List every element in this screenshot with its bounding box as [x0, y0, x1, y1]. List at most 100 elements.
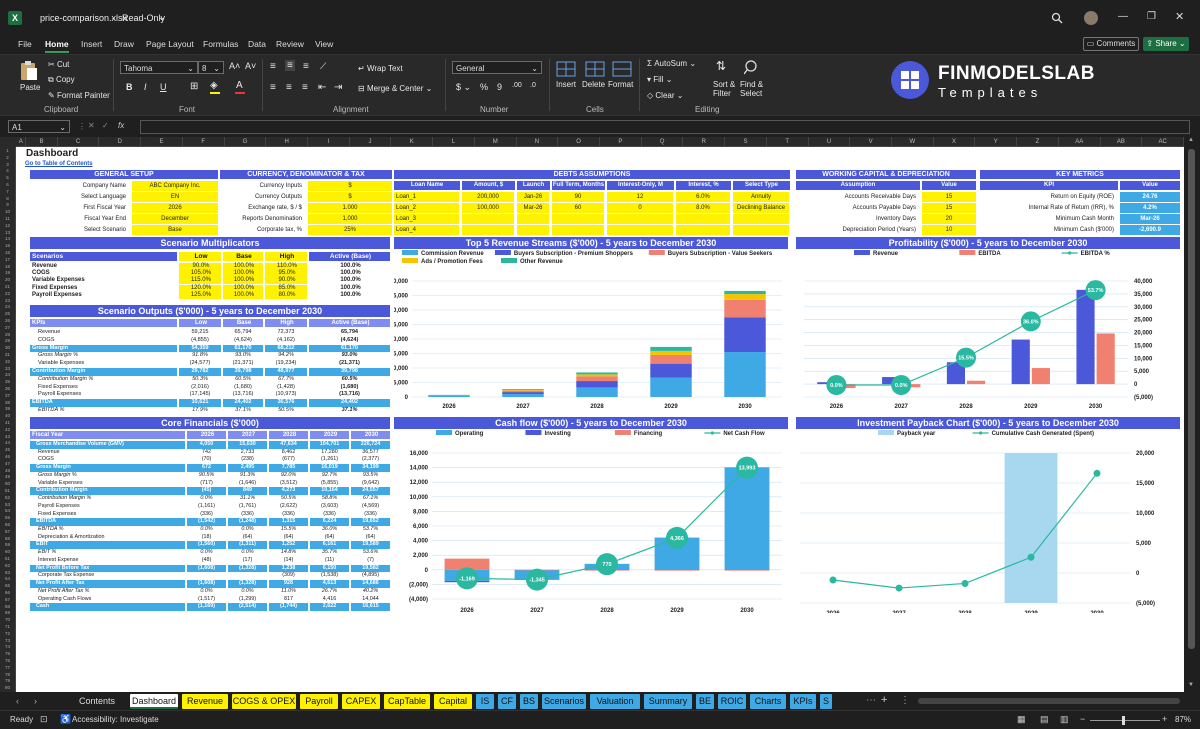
currency-value[interactable]: 1.000 — [308, 203, 392, 213]
kpi-label[interactable]: Minimum Cash Month — [980, 214, 1118, 224]
currency-label[interactable]: Currency Inputs — [220, 181, 306, 191]
align-center-icon[interactable]: ≡ — [286, 82, 292, 93]
revenue-bar[interactable] — [724, 290, 766, 295]
currency-label[interactable]: Corporate tax, % — [220, 225, 306, 235]
core-cell[interactable]: 0.0% — [187, 549, 226, 557]
outputs-cell[interactable]: Gross Margin % — [30, 352, 177, 360]
core-cell[interactable]: (7) — [351, 557, 390, 565]
toc-link[interactable]: Go to Table of Contents — [25, 161, 93, 167]
debt-cell[interactable] — [517, 225, 550, 235]
borders-icon[interactable]: ⊞ — [190, 81, 198, 92]
currency-icon[interactable]: $ ⌄ — [456, 82, 471, 93]
align-middle-icon[interactable]: ≡ — [285, 60, 295, 71]
revenue-bar[interactable] — [576, 387, 618, 397]
core-cell[interactable]: (4,895) — [351, 572, 390, 580]
scenario-cell[interactable]: 100.0% — [309, 270, 390, 277]
core-cell[interactable]: Gross Margin % — [30, 472, 185, 480]
format-cells-icon[interactable] — [612, 60, 632, 78]
scenario-cell[interactable]: 100.0% — [223, 263, 263, 270]
tab-summary[interactable]: Summary — [644, 694, 692, 709]
outputs-cell[interactable]: 60.5% — [223, 376, 263, 384]
column-header[interactable]: AC — [1142, 137, 1184, 147]
chevron-down-icon[interactable]: ⌄ — [158, 12, 166, 23]
scenario-cell[interactable]: Fixed Expenses — [30, 285, 177, 292]
zoom-slider[interactable] — [1090, 720, 1160, 721]
core-cell[interactable]: (11) — [310, 557, 349, 565]
outputs-cell[interactable]: (1,428) — [265, 384, 307, 392]
column-header[interactable]: A — [16, 137, 27, 147]
outputs-cell[interactable]: 68,212 — [265, 344, 307, 353]
minimize-icon[interactable]: — — [1118, 11, 1128, 22]
core-cell[interactable]: Corporate Tax Expense — [30, 572, 185, 580]
debt-cell[interactable]: Jan-26 — [517, 192, 550, 202]
core-cell[interactable]: (1,328) — [228, 564, 267, 573]
accessibility-icon[interactable]: ♿ — [60, 714, 71, 725]
scenario-cell[interactable]: 100.0% — [309, 277, 390, 284]
outputs-cell[interactable]: 50.5% — [265, 407, 307, 415]
column-header[interactable]: O — [558, 137, 600, 147]
core-cell[interactable]: (64) — [269, 534, 308, 542]
outputs-cell[interactable]: (21,371) — [309, 360, 390, 368]
revenue-bar[interactable] — [724, 317, 766, 353]
core-cell[interactable]: 19,652 — [351, 518, 390, 526]
comma-icon[interactable]: 9 — [497, 82, 502, 92]
increase-font-icon[interactable]: A˄ — [229, 61, 240, 71]
revenue-bar[interactable] — [502, 394, 544, 397]
chart-1[interactable]: Profitability ($'000) - 5 years to Decem… — [796, 237, 1180, 419]
core-cell[interactable]: 19,582 — [351, 564, 390, 573]
core-cell[interactable]: 742 — [187, 449, 226, 457]
debt-cell[interactable] — [552, 214, 605, 224]
core-cell[interactable]: 14.8% — [269, 549, 308, 557]
revenue-bar[interactable] — [650, 350, 692, 355]
kpi-value[interactable]: 24.76 — [1120, 192, 1180, 202]
outputs-cell[interactable]: Fixed Expenses — [30, 384, 177, 392]
debt-cell[interactable]: Loan_3 — [394, 214, 460, 224]
core-cell[interactable]: 90.5% — [187, 472, 226, 480]
core-cell[interactable]: 0.0% — [228, 549, 267, 557]
search-icon[interactable] — [1051, 12, 1063, 24]
cumulative-cash-point[interactable] — [961, 579, 969, 587]
core-cell[interactable]: 24,557 — [351, 487, 390, 495]
outputs-cell[interactable]: EBITDA % — [30, 407, 177, 415]
core-cell[interactable]: 226,724 — [351, 441, 390, 449]
core-cell[interactable]: (3,512) — [269, 480, 308, 488]
revenue-bar[interactable] — [502, 389, 544, 390]
core-cell[interactable]: (64) — [351, 534, 390, 542]
scenario-cell[interactable]: 100.0% — [223, 270, 263, 278]
debt-cell[interactable] — [607, 225, 674, 235]
align-top-icon[interactable]: ≡ — [270, 61, 276, 72]
kpi-value[interactable]: -2,690.9 — [1120, 225, 1180, 235]
currency-value[interactable]: 1,000 — [308, 214, 392, 224]
core-cell[interactable]: Payroll Expenses — [30, 503, 185, 511]
currency-label[interactable]: Reports Denomination — [220, 214, 306, 224]
debt-cell[interactable] — [676, 214, 731, 224]
wc-value[interactable]: 20 — [922, 214, 976, 224]
menu-page-layout[interactable]: Page Layout — [146, 39, 194, 49]
core-cell[interactable]: 17,280 — [310, 449, 349, 457]
revenue-bar[interactable] — [576, 381, 618, 388]
debt-cell[interactable]: 0 — [607, 203, 674, 213]
core-cell[interactable]: EBITDA % — [30, 526, 185, 534]
core-cell[interactable]: Depreciation & Amortization — [30, 534, 185, 542]
core-cell[interactable]: 58.8% — [310, 495, 349, 503]
debt-cell[interactable] — [676, 225, 731, 235]
setup-value[interactable]: EN — [132, 192, 218, 202]
outputs-cell[interactable]: 24,402 — [309, 399, 390, 407]
currency-value[interactable]: $ — [308, 192, 392, 202]
core-cell[interactable]: (2,514) — [228, 603, 267, 611]
core-cell[interactable]: EBIT — [30, 541, 185, 549]
outputs-cell[interactable]: 60.5% — [309, 376, 390, 384]
orientation-icon[interactable]: ⟋ — [320, 61, 326, 72]
cumulative-cash-point[interactable] — [895, 584, 903, 592]
column-header[interactable]: J — [350, 137, 392, 147]
core-cell[interactable]: 849 — [228, 487, 267, 495]
horizontal-scrollbar[interactable] — [918, 698, 1180, 704]
debt-cell[interactable]: 8.0% — [676, 203, 731, 213]
cashflow-bar[interactable] — [654, 570, 700, 571]
core-cell[interactable]: 1,238 — [269, 564, 308, 573]
core-cell[interactable]: 34,199 — [351, 464, 390, 472]
core-cell[interactable]: (5,855) — [310, 480, 349, 488]
tab-charts[interactable]: Charts — [750, 694, 786, 709]
core-cell[interactable]: 0.0% — [228, 588, 267, 596]
italic-icon[interactable]: I — [144, 82, 147, 92]
